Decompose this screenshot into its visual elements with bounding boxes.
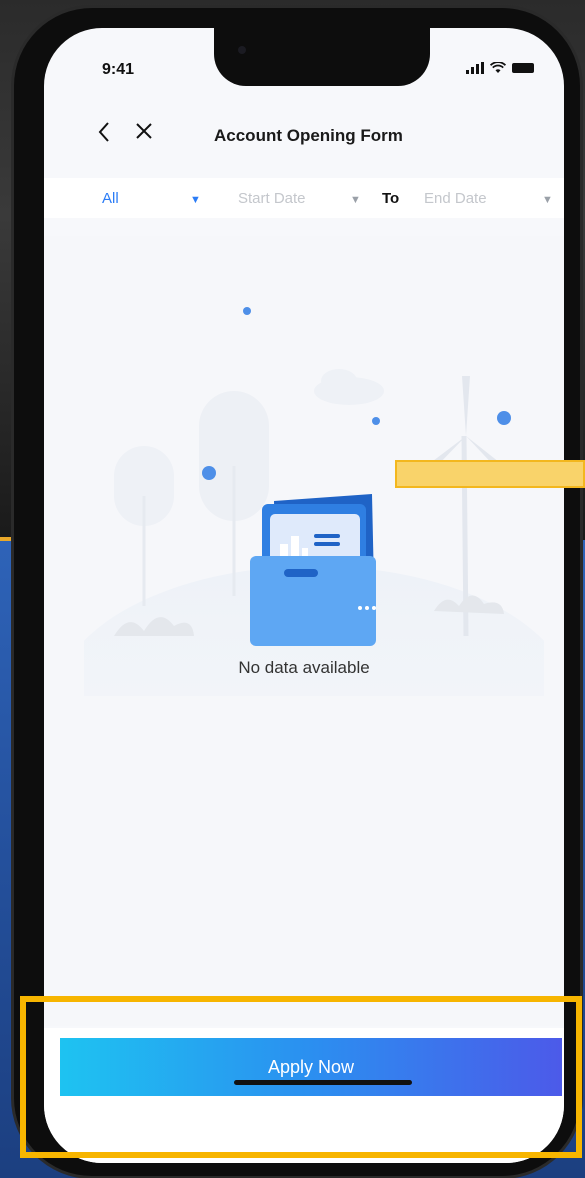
highlight-marker bbox=[395, 460, 585, 488]
highlight-box bbox=[20, 996, 582, 1158]
close-icon[interactable] bbox=[134, 119, 154, 147]
empty-state-message: No data available bbox=[238, 658, 370, 677]
camera-icon bbox=[238, 46, 246, 54]
caret-down-icon[interactable]: ▼ bbox=[190, 194, 201, 206]
end-date-field[interactable]: End Date bbox=[424, 190, 487, 207]
category-filter[interactable]: All bbox=[102, 190, 119, 207]
app-screen: 9:41 Account Opening Form All ▼ Start Da… bbox=[44, 28, 564, 1163]
status-icons bbox=[466, 62, 534, 74]
signal-icon bbox=[466, 62, 484, 74]
status-time: 9:41 bbox=[102, 61, 135, 78]
nav-bar: Account Opening Form bbox=[44, 118, 564, 158]
wifi-icon bbox=[490, 62, 506, 73]
start-date-field[interactable]: Start Date bbox=[238, 190, 306, 207]
phone-notch bbox=[214, 28, 430, 86]
chevron-left-icon[interactable] bbox=[96, 120, 112, 148]
filter-bar: All ▼ Start Date ▼ To End Date ▼ bbox=[44, 178, 564, 218]
page-title: Account Opening Form bbox=[214, 126, 403, 145]
to-label: To bbox=[382, 190, 400, 207]
caret-down-icon[interactable]: ▼ bbox=[350, 194, 361, 206]
battery-icon bbox=[512, 63, 534, 73]
caret-down-icon[interactable]: ▼ bbox=[542, 194, 553, 206]
empty-state: No data available bbox=[44, 236, 564, 1026]
